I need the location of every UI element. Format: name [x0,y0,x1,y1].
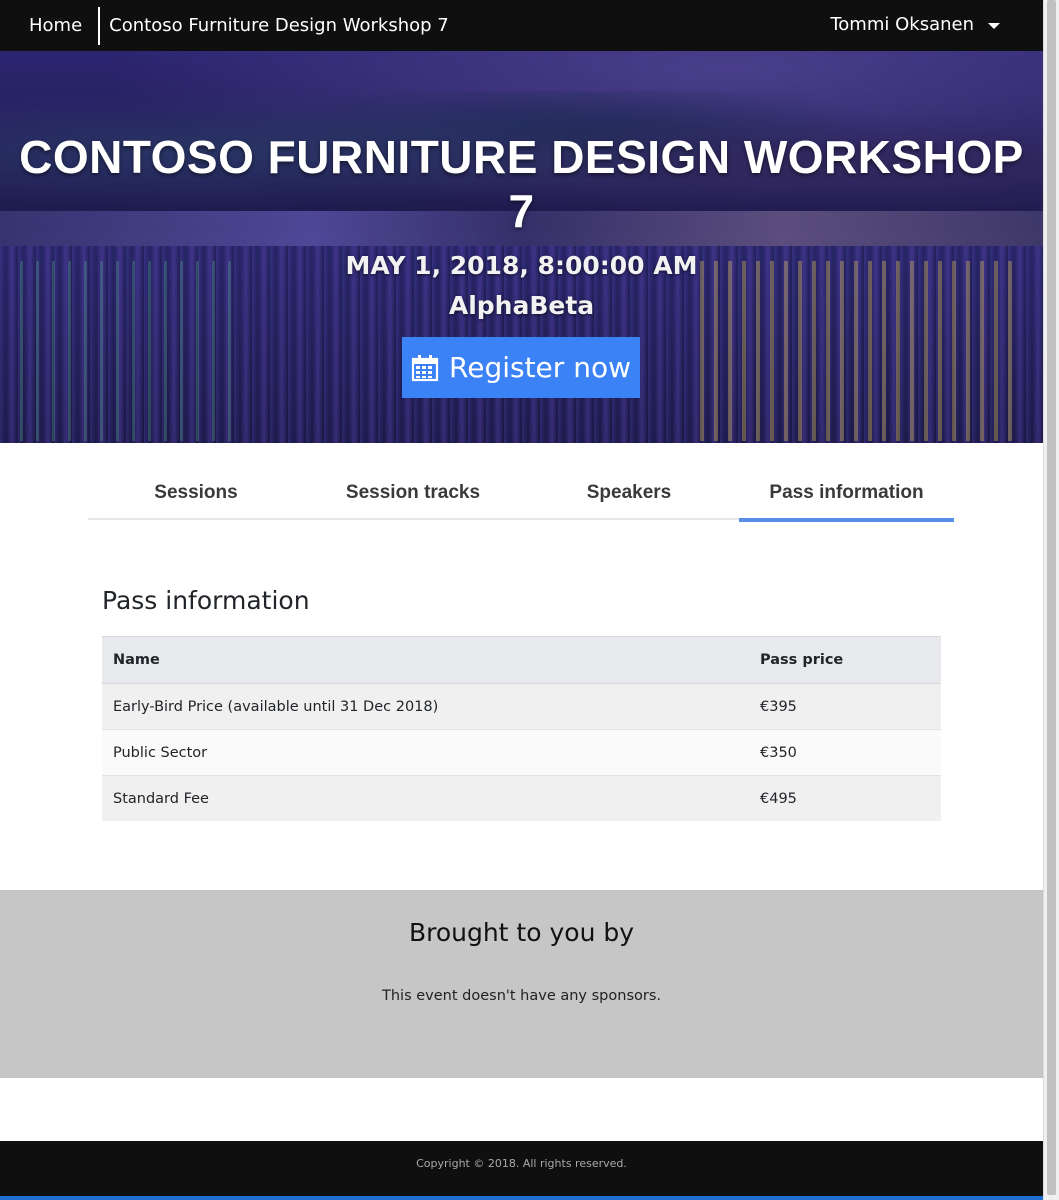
hero-title: CONTOSO FURNITURE DESIGN WORKSHOP 7 [19,131,1024,237]
user-name: Tommi Oksanen [830,14,974,35]
sponsors-message: This event doesn't have any sponsors. [382,988,661,1004]
tab-speakers[interactable]: Speakers [550,482,708,518]
pass-name: Public Sector [102,729,749,776]
column-header-name: Name [102,636,749,684]
event-venue: AlphaBeta [448,291,595,320]
tab-pass-information[interactable]: Pass information [739,482,954,522]
hero-reflection-yellow [700,261,1020,441]
event-date: MAY 1, 2018, 8:00:00 AM [345,251,698,280]
user-menu[interactable]: Tommi Oksanen [830,14,1000,35]
sponsors-section: Brought to you by This event doesn't hav… [0,890,1043,1078]
nav-divider [98,6,101,45]
tab-session-tracks[interactable]: Session tracks [323,482,503,518]
bottom-accent-line [0,1196,1043,1200]
calendar-icon [411,354,439,381]
table-row: Public Sector €350 [102,729,941,776]
table-row: Standard Fee €495 [102,775,941,821]
register-now-button[interactable]: Register now [402,337,640,398]
table-row: Early-Bird Price (available until 31 Dec… [102,683,941,730]
tab-sessions[interactable]: Sessions [116,482,276,518]
home-link[interactable]: Home [29,15,82,36]
table-header-row: Name Pass price [102,636,941,684]
tab-bar: Sessions Session tracks Speakers Pass in… [88,470,954,522]
pass-price: €495 [749,775,941,821]
section-title: Pass information [102,586,310,615]
hero-reflection-green [20,261,240,441]
hero-banner: CONTOSO FURNITURE DESIGN WORKSHOP 7 MAY … [0,51,1043,443]
event-title-link[interactable]: Contoso Furniture Design Workshop 7 [109,15,449,36]
top-nav: Home Contoso Furniture Design Workshop 7… [0,0,1043,51]
vertical-scrollbar[interactable] [1043,0,1059,1200]
pass-price: €350 [749,729,941,776]
pass-name: Standard Fee [102,775,749,821]
register-now-label: Register now [449,351,631,384]
pass-table: Name Pass price Early-Bird Price (availa… [102,636,941,821]
pass-price: €395 [749,683,941,730]
copyright-text: Copyright © 2018. All rights reserved. [416,1157,627,1170]
column-header-price: Pass price [749,636,941,684]
sponsors-heading: Brought to you by [408,918,635,947]
scrollbar-thumb[interactable] [1047,0,1056,1195]
chevron-down-icon [988,22,1000,29]
footer: Copyright © 2018. All rights reserved. [0,1141,1043,1196]
pass-name: Early-Bird Price (available until 31 Dec… [102,683,749,730]
